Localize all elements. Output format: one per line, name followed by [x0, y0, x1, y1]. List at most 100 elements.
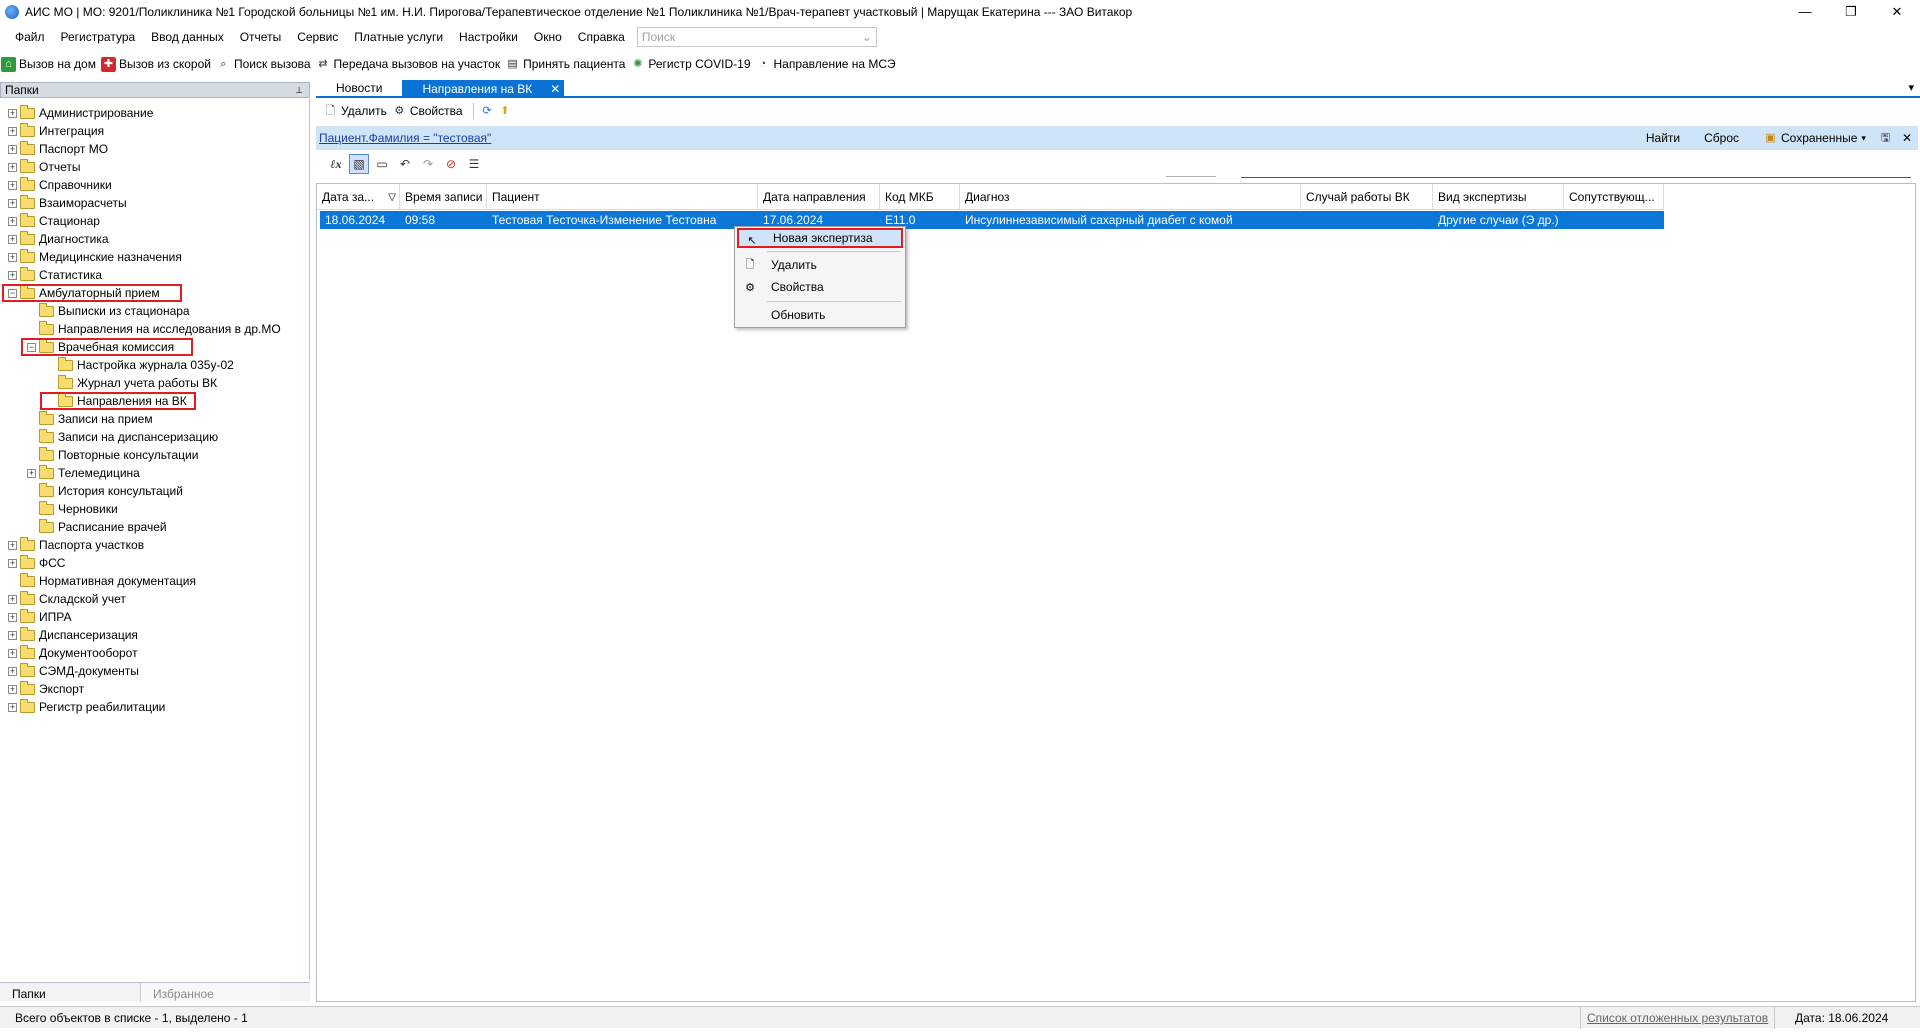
- tree-item[interactable]: + Взаиморасчеты: [8, 194, 127, 212]
- properties-button[interactable]: ⚙ Свойства: [391, 104, 467, 119]
- column-header[interactable]: Вид экспертизы: [1433, 184, 1564, 210]
- tree-item[interactable]: + ИПРА: [8, 608, 71, 626]
- column-header[interactable]: Пациент: [487, 184, 758, 210]
- menu-service[interactable]: Сервис: [289, 30, 346, 44]
- delete-button[interactable]: 🗋 Удалить: [322, 104, 391, 119]
- expand-icon[interactable]: +: [8, 108, 17, 118]
- tree-item[interactable]: Записи на прием: [27, 410, 153, 428]
- expand-icon[interactable]: +: [8, 612, 17, 622]
- expand-icon[interactable]: +: [8, 144, 17, 154]
- house-call-button[interactable]: ⌂ Вызов на дом: [0, 56, 100, 72]
- tab-list-dropdown-icon[interactable]: ▾: [1908, 81, 1914, 94]
- tab-vk-referrals[interactable]: Направления на ВК ✕: [402, 80, 565, 96]
- menu-item-delete[interactable]: 🗋 Удалить: [737, 255, 903, 275]
- tree-item[interactable]: + Складской учет: [8, 590, 126, 608]
- tree-item[interactable]: + Телемедицина: [27, 464, 140, 482]
- menu-window[interactable]: Окно: [526, 30, 570, 44]
- menu-file[interactable]: Файл: [0, 30, 53, 44]
- tree-item[interactable]: + Паспорта участков: [8, 536, 144, 554]
- undo-icon[interactable]: ↶: [395, 154, 415, 174]
- menu-item-new-expertise[interactable]: ↖ Новая экспертиза: [737, 228, 903, 248]
- close-filter-icon[interactable]: ✕: [1896, 131, 1912, 145]
- redo-icon[interactable]: ↷: [418, 154, 438, 174]
- expand-icon[interactable]: +: [27, 468, 36, 478]
- tree-item[interactable]: + ФСС: [8, 554, 65, 572]
- tree-item[interactable]: Черновики: [27, 500, 118, 518]
- column-header[interactable]: Код МКБ: [880, 184, 960, 210]
- tree-item[interactable]: + Диспансеризация: [8, 626, 138, 644]
- tree-item[interactable]: + Администрирование: [8, 104, 153, 122]
- tree-item[interactable]: История консультаций: [27, 482, 183, 500]
- find-button[interactable]: Найти: [1634, 131, 1692, 145]
- filter-expression-link[interactable]: Пациент.Фамилия = "тестовая": [319, 131, 491, 145]
- menu-data-entry[interactable]: Ввод данных: [143, 30, 232, 44]
- accept-patient-button[interactable]: ▤ Принять пациента: [504, 57, 629, 72]
- list-icon[interactable]: ☰: [464, 154, 484, 174]
- tree-item[interactable]: + Справочники: [8, 176, 112, 194]
- column-header[interactable]: Сопутствующ...: [1564, 184, 1664, 210]
- tree-item[interactable]: + Паспорт МО: [8, 140, 108, 158]
- expand-icon[interactable]: +: [8, 702, 17, 712]
- expand-icon[interactable]: +: [8, 558, 17, 568]
- tree-item[interactable]: Направления на исследования в др.МО: [27, 320, 281, 338]
- expand-icon[interactable]: +: [8, 270, 17, 280]
- find-call-button[interactable]: ⌕ Поиск вызова: [215, 57, 315, 72]
- chevron-down-icon[interactable]: ⌄: [862, 30, 872, 44]
- expand-icon[interactable]: +: [8, 594, 17, 604]
- column-header[interactable]: Дата за... ▽: [317, 184, 400, 210]
- tree-item[interactable]: + Отчеты: [8, 158, 80, 176]
- column-header[interactable]: Время записи: [400, 184, 487, 210]
- tree-item[interactable]: Расписание врачей: [27, 518, 167, 536]
- expand-icon[interactable]: +: [8, 252, 17, 262]
- search-input[interactable]: Поиск ⌄: [636, 27, 877, 47]
- filter-constructor-icon[interactable]: ▧: [349, 154, 369, 174]
- menu-reports[interactable]: Отчеты: [232, 30, 289, 44]
- tree-item[interactable]: Выписки из стационара: [27, 302, 190, 320]
- tab-favorites[interactable]: Избранное: [140, 983, 280, 1002]
- expand-icon[interactable]: +: [8, 180, 17, 190]
- expand-icon[interactable]: +: [8, 126, 17, 136]
- minimize-button[interactable]: —: [1782, 0, 1828, 23]
- tree-item[interactable]: Нормативная документация: [8, 572, 196, 590]
- tree-item[interactable]: Записи на диспансеризацию: [27, 428, 218, 446]
- close-tab-icon[interactable]: ✕: [550, 82, 560, 96]
- covid-register-button[interactable]: ✺ Регистр COVID-19: [629, 57, 754, 72]
- tree-item[interactable]: + Экспорт: [8, 680, 84, 698]
- transfer-calls-button[interactable]: ⇄ Передача вызовов на участок: [315, 57, 505, 72]
- table-row[interactable]: 18.06.2024 09:58 Тестовая Тесточка-Измен…: [320, 211, 1664, 229]
- reset-button[interactable]: Сброс: [1692, 131, 1751, 145]
- expand-icon[interactable]: +: [8, 648, 17, 658]
- tree-item[interactable]: + Диагностика: [8, 230, 109, 248]
- expand-icon[interactable]: +: [8, 684, 17, 694]
- expand-icon[interactable]: +: [8, 630, 17, 640]
- expand-icon[interactable]: +: [8, 198, 17, 208]
- column-header[interactable]: Случай работы ВК: [1301, 184, 1433, 210]
- tree-item[interactable]: + Документооборот: [8, 644, 138, 662]
- tree-item[interactable]: + Интеграция: [8, 122, 104, 140]
- filter-text-icon[interactable]: ▭: [372, 154, 392, 174]
- expand-icon[interactable]: +: [8, 216, 17, 226]
- folder-up-icon[interactable]: ⬆: [498, 104, 513, 119]
- tree-item[interactable]: + Статистика: [8, 266, 102, 284]
- expand-icon[interactable]: +: [8, 666, 17, 676]
- tree-item[interactable]: Журнал учета работы ВК: [46, 374, 217, 392]
- menu-paid-services[interactable]: Платные услуги: [346, 30, 451, 44]
- tree-item[interactable]: + Регистр реабилитации: [8, 698, 165, 716]
- clear-filter-icon[interactable]: ⊘: [441, 154, 461, 174]
- maximize-button[interactable]: ❐: [1828, 0, 1874, 23]
- save-filter-icon[interactable]: 🖫: [1878, 131, 1893, 146]
- tree-item[interactable]: Повторные консультации: [27, 446, 198, 464]
- menu-settings[interactable]: Настройки: [451, 30, 526, 44]
- menu-registry[interactable]: Регистратура: [53, 30, 144, 44]
- menu-item-refresh[interactable]: Обновить: [737, 305, 903, 325]
- tree-item[interactable]: + Медицинские назначения: [8, 248, 182, 266]
- menu-item-properties[interactable]: ⚙ Свойства: [737, 277, 903, 297]
- formula-icon[interactable]: ℓx: [326, 154, 346, 174]
- tree-item[interactable]: + Стационар: [8, 212, 100, 230]
- close-window-button[interactable]: ✕: [1874, 0, 1920, 23]
- expand-icon[interactable]: +: [8, 540, 17, 550]
- tab-folders[interactable]: Папки: [0, 983, 140, 1002]
- column-header[interactable]: Диагноз: [960, 184, 1301, 210]
- tree-item[interactable]: Настройка журнала 035у-02: [46, 356, 234, 374]
- column-header[interactable]: Дата направления: [758, 184, 880, 210]
